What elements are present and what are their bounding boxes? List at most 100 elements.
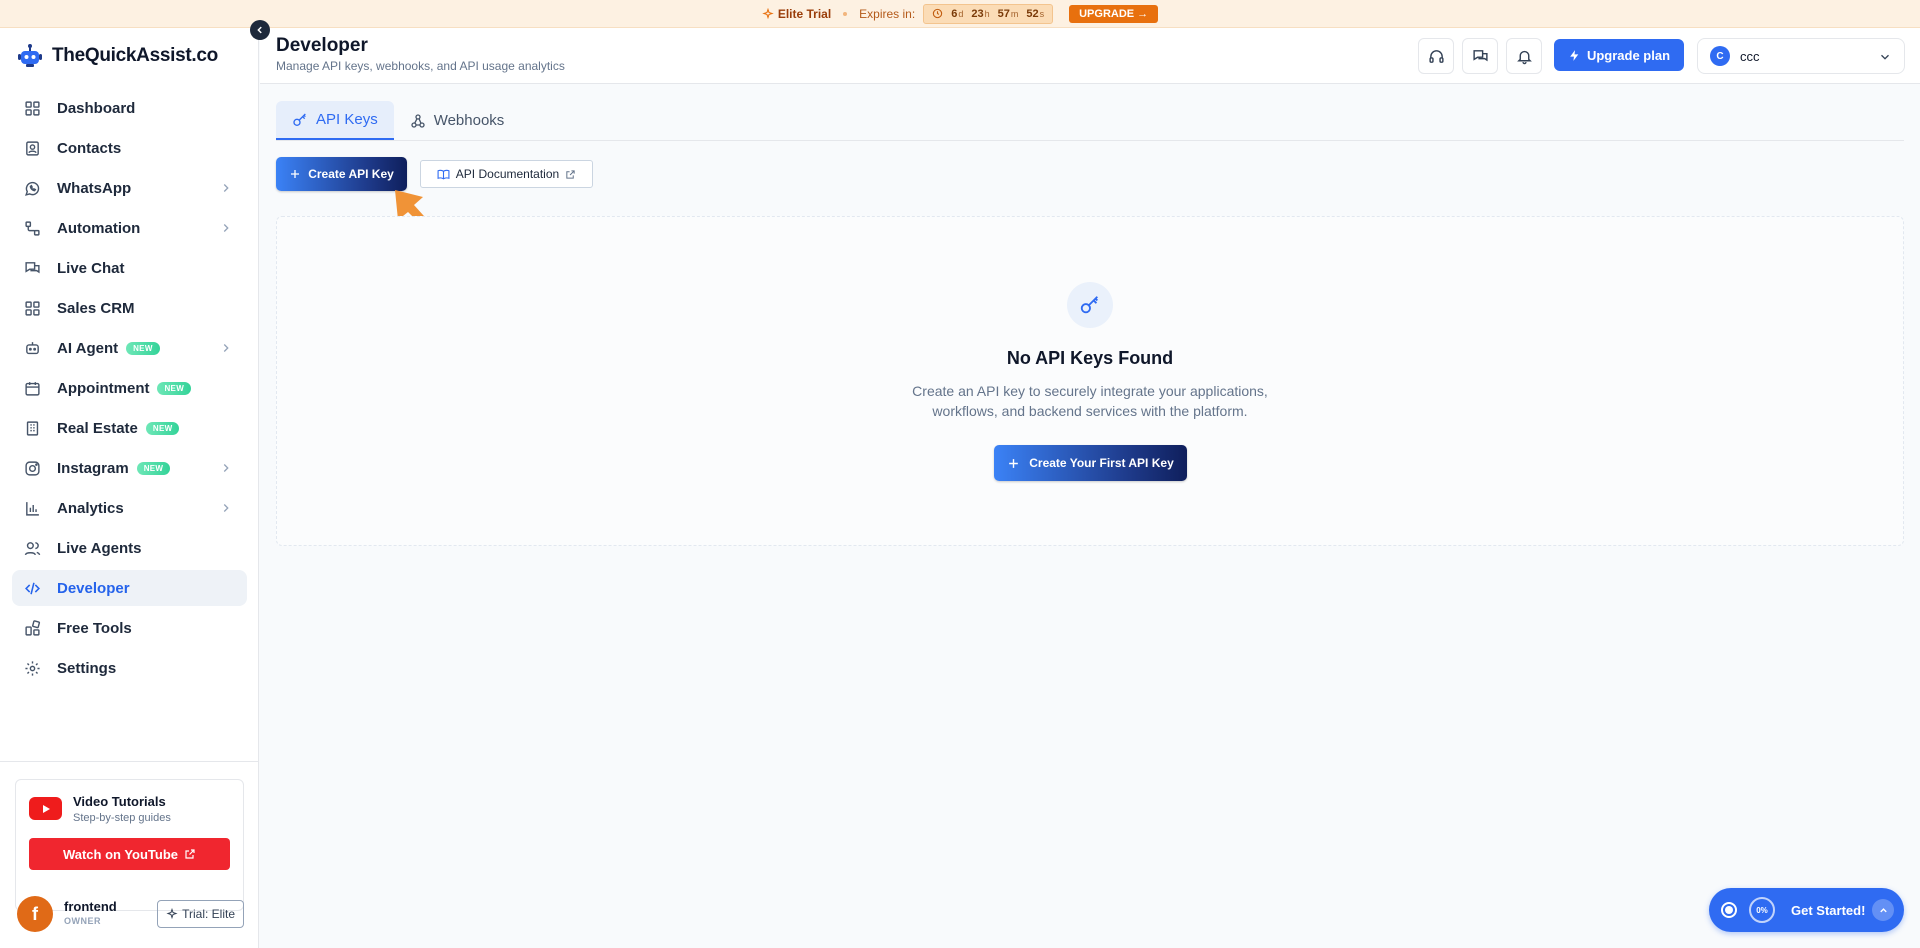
bar-chart-icon bbox=[26, 501, 39, 516]
sidebar-item-whatsapp[interactable]: WhatsApp bbox=[12, 170, 247, 206]
chevron-right-icon bbox=[223, 224, 229, 232]
api-keys-empty-state: No API Keys Found Create an API key to s… bbox=[276, 216, 1904, 546]
empty-state-description: Create an API key to securely integrate … bbox=[912, 383, 1268, 419]
get-started-label: Get Started! bbox=[1791, 902, 1866, 918]
account-name: ccc bbox=[1740, 48, 1760, 64]
sidebar-item-label: Automation bbox=[57, 219, 141, 237]
chevron-right-icon bbox=[223, 504, 229, 512]
create-first-api-key-button[interactable]: Create Your First API Key bbox=[994, 445, 1187, 481]
sidebar-item-appointment[interactable]: Appointment NEW bbox=[12, 370, 247, 406]
chat-bubbles-icon bbox=[25, 261, 40, 273]
sidebar-item-developer[interactable]: Developer bbox=[12, 570, 247, 606]
bell-icon bbox=[1516, 50, 1532, 64]
sidebar-nav: Dashboard Contacts WhatsApp Automation L… bbox=[12, 90, 247, 690]
watch-on-youtube-button[interactable]: Watch on YouTube bbox=[29, 838, 230, 870]
plus-icon bbox=[291, 170, 300, 178]
sidebar-item-real-estate[interactable]: Real Estate NEW bbox=[12, 410, 247, 446]
new-badge: NEW bbox=[136, 461, 171, 475]
countdown-hours: 23h bbox=[971, 7, 990, 20]
video-tutorials-card: Video Tutorials Step-by-step guides Watc… bbox=[15, 779, 244, 911]
status-radio-icon bbox=[1721, 902, 1737, 918]
chevron-right-icon bbox=[223, 184, 229, 192]
sidebar-item-contacts[interactable]: Contacts bbox=[12, 130, 247, 166]
expand-button[interactable] bbox=[1872, 899, 1894, 921]
book-icon bbox=[437, 169, 450, 179]
sidebar-item-live-chat[interactable]: Live Chat bbox=[12, 250, 247, 286]
countdown-minutes: 57m bbox=[997, 7, 1019, 20]
account-selector[interactable]: C ccc bbox=[1697, 38, 1905, 74]
sidebar-collapse-button[interactable] bbox=[250, 20, 270, 40]
user-name: frontend bbox=[64, 899, 117, 914]
sidebar-item-ai-agent[interactable]: AI Agent NEW bbox=[12, 330, 247, 366]
youtube-logo-icon bbox=[29, 797, 62, 820]
messages-button[interactable] bbox=[1462, 38, 1498, 74]
tab-label: API Keys bbox=[316, 111, 378, 128]
lightning-icon bbox=[1570, 49, 1579, 61]
api-documentation-button[interactable]: API Documentation bbox=[420, 160, 593, 188]
notifications-button[interactable] bbox=[1506, 38, 1542, 74]
support-button[interactable] bbox=[1418, 38, 1454, 74]
tab-api-keys[interactable]: API Keys bbox=[276, 101, 394, 140]
upgrade-plan-button[interactable]: Upgrade plan bbox=[1554, 39, 1684, 71]
avatar: f bbox=[17, 896, 53, 932]
trial-plan-chip[interactable]: Trial: Elite bbox=[157, 900, 244, 928]
trial-plan-label: Elite Trial bbox=[777, 6, 832, 21]
contacts-icon bbox=[26, 140, 39, 156]
instagram-icon bbox=[25, 460, 40, 476]
tab-webhooks[interactable]: Webhooks bbox=[394, 101, 521, 140]
create-api-key-label: Create API Key bbox=[308, 167, 394, 181]
sidebar-item-label: Instagram bbox=[57, 459, 129, 477]
separator-dot bbox=[843, 11, 848, 16]
sidebar-item-dashboard[interactable]: Dashboard bbox=[12, 90, 247, 126]
create-api-key-button[interactable]: Create API Key bbox=[276, 157, 407, 191]
sidebar-item-label: Sales CRM bbox=[57, 299, 135, 317]
developer-tabs: API Keys Webhooks bbox=[276, 101, 1904, 141]
sidebar-item-label: AI Agent bbox=[57, 339, 119, 357]
trial-banner: Elite Trial Expires in: 6d 23h 57m 52s U… bbox=[0, 0, 1920, 28]
chevron-down-icon bbox=[1881, 54, 1889, 60]
sidebar-item-label: Real Estate bbox=[57, 419, 138, 437]
sidebar-item-free-tools[interactable]: Free Tools bbox=[12, 610, 247, 646]
headset-icon bbox=[1428, 49, 1444, 63]
users-icon bbox=[24, 541, 41, 555]
whatsapp-icon bbox=[25, 181, 40, 196]
empty-state-title: No API Keys Found bbox=[1006, 348, 1174, 368]
user-role: OWNER bbox=[64, 916, 101, 926]
banner-upgrade-button[interactable]: UPGRADE → bbox=[1069, 4, 1159, 23]
get-started-widget[interactable]: 0% Get Started! bbox=[1709, 888, 1904, 932]
trial-plan: Elite Trial bbox=[762, 7, 831, 21]
tutorials-subtitle: Step-by-step guides bbox=[73, 812, 171, 824]
trial-chip-label: Trial: Elite bbox=[182, 907, 235, 921]
new-badge: NEW bbox=[157, 381, 192, 395]
expires-label: Expires in: bbox=[859, 6, 916, 21]
sidebar-item-label: Developer bbox=[57, 579, 130, 597]
sidebar-item-settings[interactable]: Settings bbox=[12, 650, 247, 686]
sidebar-item-sales-crm[interactable]: Sales CRM bbox=[12, 290, 247, 326]
countdown-days: 6d bbox=[951, 7, 964, 20]
building-icon bbox=[26, 420, 39, 436]
key-icon bbox=[1080, 296, 1098, 314]
countdown-timer: 6d 23h 57m 52s bbox=[923, 3, 1054, 24]
sidebar-item-label: Live Chat bbox=[57, 259, 125, 277]
user-profile[interactable]: f frontend OWNER Trial: Elite bbox=[17, 894, 244, 934]
sparkle-icon bbox=[166, 908, 178, 920]
sidebar-item-automation[interactable]: Automation bbox=[12, 210, 247, 246]
progress-percent: 0% bbox=[1749, 897, 1775, 923]
code-icon bbox=[25, 582, 40, 594]
sidebar-item-analytics[interactable]: Analytics bbox=[12, 490, 247, 526]
account-avatar: C bbox=[1710, 46, 1730, 66]
brand[interactable]: TheQuickAssist.co bbox=[16, 42, 218, 70]
page-subtitle: Manage API keys, webhooks, and API usage… bbox=[276, 59, 565, 73]
key-icon-circle bbox=[1067, 282, 1113, 328]
sidebar-item-instagram[interactable]: Instagram NEW bbox=[12, 450, 247, 486]
sidebar-item-label: WhatsApp bbox=[57, 179, 132, 197]
key-icon bbox=[293, 113, 306, 126]
brand-name: TheQuickAssist.co bbox=[52, 45, 218, 66]
chevron-left-icon bbox=[257, 26, 262, 34]
tab-label: Webhooks bbox=[433, 112, 505, 129]
create-first-api-key-label: Create Your First API Key bbox=[1029, 456, 1174, 470]
sidebar-item-label: Settings bbox=[57, 659, 117, 677]
countdown-seconds: 52s bbox=[1026, 7, 1045, 20]
sidebar-item-live-agents[interactable]: Live Agents bbox=[12, 530, 247, 566]
calendar-icon bbox=[25, 381, 40, 396]
